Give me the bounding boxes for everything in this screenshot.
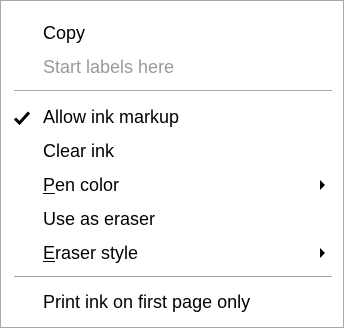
label-text: raser style (55, 243, 139, 263)
check-icon (14, 111, 30, 125)
menu-separator (14, 276, 332, 278)
menu-item-pen-color[interactable]: Pen color (1, 170, 343, 200)
menu-item-eraser-style[interactable]: Eraser style (1, 238, 343, 268)
menu-item-clear-ink[interactable]: Clear ink (1, 136, 343, 166)
submenu-arrow-icon (320, 180, 325, 190)
menu-item-label: Pen color (43, 170, 119, 200)
mnemonic-letter: P (43, 175, 56, 195)
menu-item-label: Clear ink (43, 141, 115, 161)
menu-separator (14, 90, 332, 92)
submenu-arrow-icon (320, 248, 325, 258)
menu-item-label: Start labels here (43, 57, 175, 77)
menu-item-label: Print ink on first page only (43, 292, 251, 312)
menu-item-use-as-eraser[interactable]: Use as eraser (1, 204, 343, 234)
context-menu: Copy Start labels here Allow ink markup … (0, 0, 344, 328)
menu-item-label: Use as eraser (43, 209, 156, 229)
menu-item-start-labels-here: Start labels here (1, 52, 343, 82)
menu-item-label: Allow ink markup (43, 107, 180, 127)
menu-item-print-ink-first-page[interactable]: Print ink on first page only (1, 287, 343, 317)
menu-item-copy[interactable]: Copy (1, 18, 343, 48)
menu-item-allow-ink-markup[interactable]: Allow ink markup (1, 102, 343, 132)
label-text: en color (55, 175, 120, 195)
menu-item-label: Copy (43, 23, 86, 43)
mnemonic-letter: E (43, 243, 56, 263)
menu-item-label: Eraser style (43, 238, 138, 268)
